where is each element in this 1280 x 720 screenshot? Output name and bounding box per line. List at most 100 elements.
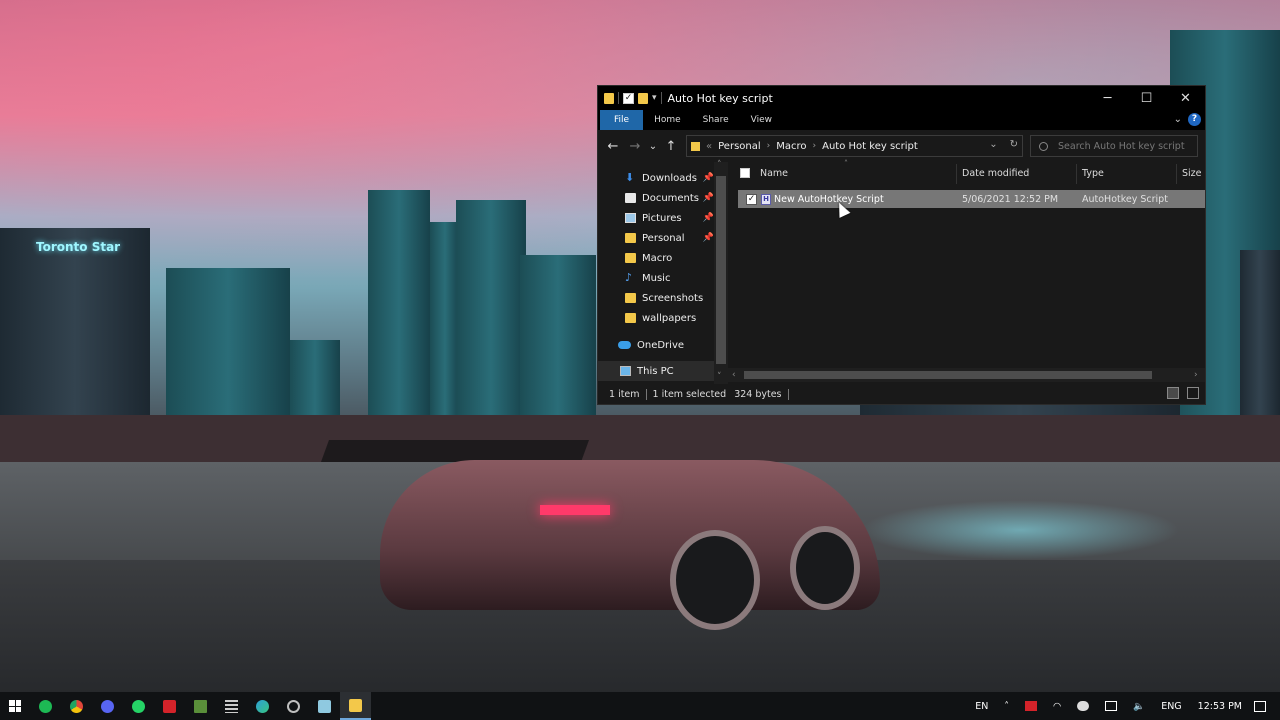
title-bar[interactable]: ✓ ▾ Auto Hot key script ─ ☐ ✕ — [598, 86, 1205, 110]
details-view-icon[interactable] — [1167, 387, 1179, 399]
building — [456, 200, 526, 430]
view-toggle — [1167, 387, 1199, 399]
clock[interactable]: 12:53 PM — [1198, 701, 1242, 712]
taskbar-notepad[interactable] — [309, 692, 340, 720]
select-all-checkbox[interactable] — [740, 168, 750, 178]
nav-item-music[interactable]: ♪ Music — [598, 268, 714, 288]
sliders-icon — [225, 699, 238, 713]
help-icon[interactable]: ? — [1188, 113, 1201, 126]
nav-pane-scrollbar[interactable]: ˄ ˅ — [714, 160, 728, 384]
circle-app-icon — [287, 699, 300, 713]
taskbar-chrome[interactable] — [61, 692, 92, 720]
column-header-size[interactable]: Size — [1182, 162, 1202, 184]
nav-item-label: This PC — [637, 365, 674, 377]
scrollbar-thumb[interactable] — [744, 371, 1152, 379]
car-spoiler — [320, 440, 590, 462]
input-language[interactable]: EN — [975, 701, 988, 712]
close-button[interactable]: ✕ — [1166, 86, 1205, 110]
tab-view[interactable]: View — [740, 110, 783, 130]
breadcrumb-macro[interactable]: Macro — [776, 141, 806, 152]
nav-item-wallpapers[interactable]: wallpapers — [598, 308, 714, 328]
taskbar-red-app[interactable] — [154, 692, 185, 720]
start-button[interactable] — [0, 692, 30, 720]
file-row-selected[interactable]: ✓ H New AutoHotkey Script 5/06/2021 12:5… — [738, 190, 1205, 208]
column-header-type[interactable]: Type — [1082, 162, 1104, 184]
chevron-down-icon[interactable]: ⌄ — [989, 139, 997, 150]
taskbar-discord[interactable] — [92, 692, 123, 720]
file-date-modified: 5/06/2021 12:52 PM — [962, 193, 1059, 205]
car-wheel — [670, 530, 760, 630]
breadcrumb-current[interactable]: Auto Hot key script — [822, 141, 918, 152]
navigation-bar: ← → ⌄ ↑ « Personal › Macro › Auto Hot ke… — [598, 130, 1205, 162]
taskbar-edge[interactable] — [247, 692, 278, 720]
action-center-icon[interactable] — [1254, 700, 1266, 712]
tab-share[interactable]: Share — [692, 110, 740, 130]
taskbar-minecraft[interactable] — [185, 692, 216, 720]
maximize-button[interactable]: ☐ — [1127, 86, 1166, 110]
scrollbar-thumb[interactable] — [716, 176, 726, 364]
tab-file[interactable]: File — [600, 110, 644, 130]
taskbar-spotify[interactable] — [30, 692, 61, 720]
keyboard-layout[interactable]: ENG — [1161, 701, 1181, 712]
nav-item-macro[interactable]: Macro — [598, 248, 714, 268]
building — [1240, 250, 1280, 430]
minimize-button[interactable]: ─ — [1088, 86, 1127, 110]
pin-icon: 📌 — [702, 193, 714, 203]
row-checkbox[interactable]: ✓ — [746, 193, 757, 205]
scroll-down-icon[interactable]: ˅ — [717, 370, 722, 384]
refresh-icon[interactable]: ↻ — [1010, 139, 1018, 150]
address-bar[interactable]: « Personal › Macro › Auto Hot key script… — [686, 135, 1023, 157]
taskbar-circle-app[interactable] — [278, 692, 309, 720]
onedrive-cloud-icon[interactable] — [1077, 701, 1090, 711]
column-header-name[interactable]: Name — [760, 162, 788, 184]
address-actions: ⌄ ↻ — [989, 139, 1018, 150]
nav-item-documents[interactable]: Documents 📌 — [598, 188, 714, 208]
battery-icon[interactable] — [1105, 701, 1118, 711]
up-button[interactable]: ↑ — [660, 139, 682, 154]
nav-item-onedrive[interactable]: OneDrive — [598, 335, 714, 355]
picture-icon — [625, 213, 636, 223]
scroll-left-icon[interactable]: ‹ — [732, 368, 736, 382]
column-header-date-modified[interactable]: Date modified — [962, 162, 1029, 184]
tab-home[interactable]: Home — [643, 110, 692, 130]
taskbar-file-explorer[interactable] — [340, 692, 371, 720]
wifi-icon[interactable]: ◠ — [1053, 701, 1061, 712]
column-divider[interactable] — [1076, 164, 1077, 184]
pin-icon: 📌 — [702, 233, 714, 243]
expand-ribbon-icon[interactable]: ⌄ — [1174, 114, 1182, 125]
column-divider[interactable] — [956, 164, 957, 184]
chevron-right-icon[interactable]: › — [767, 141, 771, 151]
recent-locations-button[interactable]: ⌄ — [646, 141, 660, 152]
chevron-right-icon[interactable]: › — [813, 141, 817, 151]
forward-button[interactable]: → — [624, 139, 646, 154]
sort-ascending-icon: ˄ — [844, 159, 848, 168]
scroll-right-icon[interactable]: › — [1194, 368, 1198, 382]
breadcrumb-overflow[interactable]: « — [706, 141, 712, 152]
properties-icon[interactable]: ✓ — [623, 92, 634, 104]
nav-item-this-pc[interactable]: This PC — [598, 361, 714, 381]
scroll-up-icon[interactable]: ˄ — [717, 158, 722, 172]
horizontal-scrollbar[interactable]: ‹ › — [728, 368, 1205, 382]
volume-icon[interactable]: 🔈 — [1133, 701, 1145, 712]
download-icon: ⬇ — [625, 171, 635, 184]
search-box[interactable]: Search Auto Hot key script — [1030, 135, 1198, 157]
nav-item-personal[interactable]: Personal 📌 — [598, 228, 714, 248]
red-app-tray-icon[interactable] — [1025, 701, 1038, 711]
nav-item-screenshots[interactable]: Screenshots — [598, 288, 714, 308]
column-divider[interactable] — [1176, 164, 1177, 184]
nav-item-label: OneDrive — [637, 339, 685, 351]
taskbar-whatsapp[interactable] — [123, 692, 154, 720]
taskbar-settings[interactable] — [216, 692, 247, 720]
customize-toolbar-icon[interactable]: ▾ — [652, 93, 657, 103]
nav-item-downloads[interactable]: ⬇ Downloads 📌 — [598, 168, 714, 188]
windows-logo-icon — [9, 700, 21, 712]
breadcrumb-personal[interactable]: Personal — [718, 141, 761, 152]
nav-item-pictures[interactable]: Pictures 📌 — [598, 208, 714, 228]
new-folder-icon[interactable] — [638, 92, 648, 104]
back-button[interactable]: ← — [602, 139, 624, 154]
file-type: AutoHotkey Script — [1082, 193, 1168, 205]
building — [520, 255, 596, 430]
show-hidden-icons-chevron-icon[interactable]: ˄ — [1004, 701, 1009, 712]
large-icons-view-icon[interactable] — [1187, 387, 1199, 399]
light-flare — [860, 500, 1180, 560]
